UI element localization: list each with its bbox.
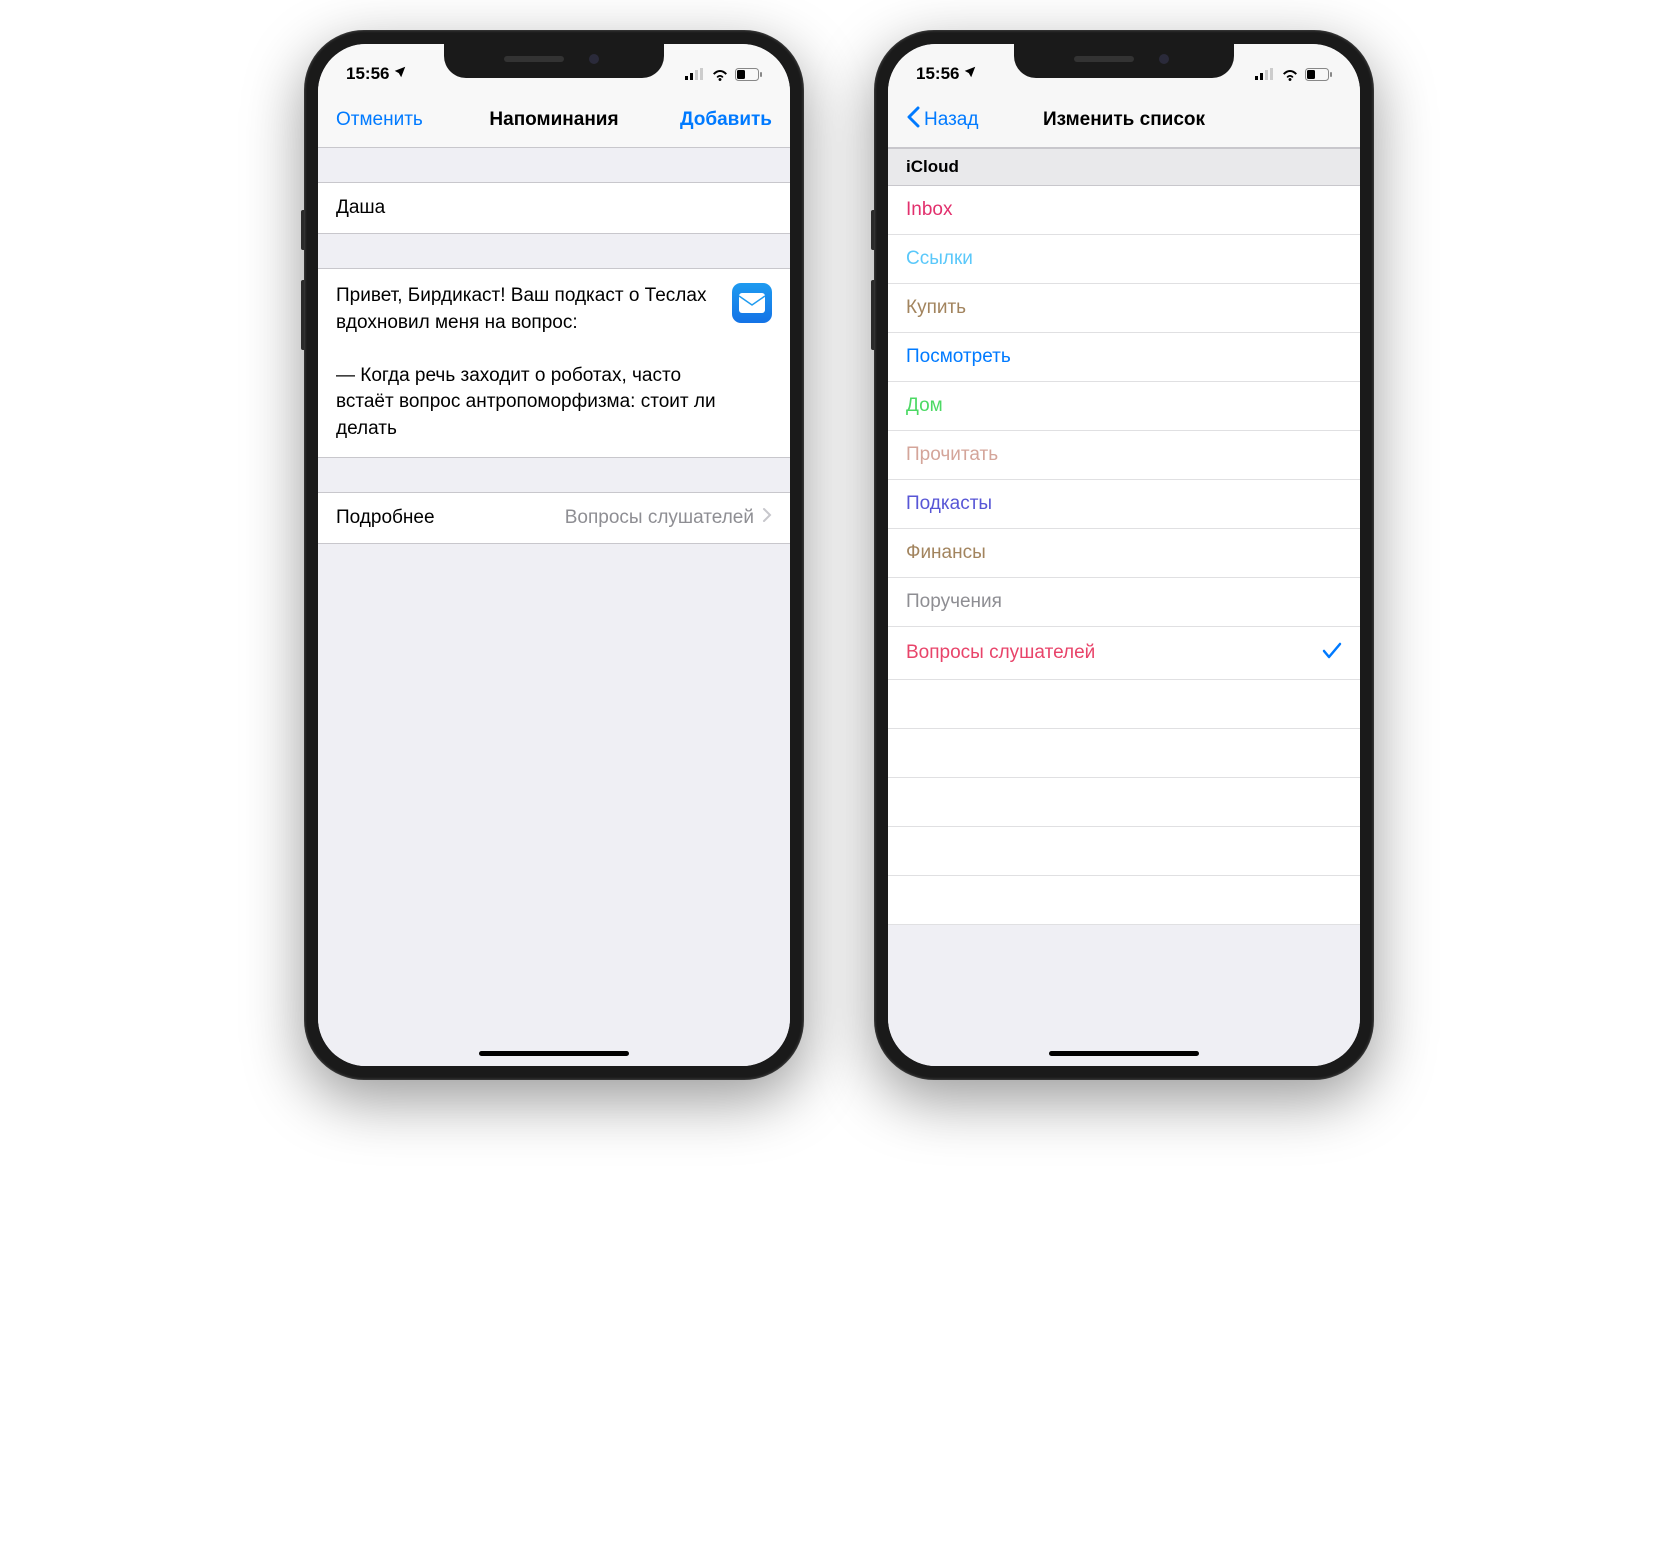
list-option-label: Ссылки [906,248,1342,270]
mail-app-icon[interactable] [732,283,772,323]
reminder-title-cell[interactable]: Даша [318,182,790,234]
list-option-row[interactable]: Inbox [888,186,1360,235]
mail-icon [739,293,765,313]
battery-icon [1305,68,1332,81]
list-empty-row [888,876,1360,925]
screen-reminders-edit: 15:56 Отменить Напоминания Добавит [318,44,790,1066]
details-value: Вопросы слушателей [565,507,754,529]
status-time: 15:56 [916,64,959,84]
list-option-row[interactable]: Подкасты [888,480,1360,529]
chevron-left-icon [906,106,920,134]
screen-change-list: 15:56 На [888,44,1360,1066]
reminder-note-text: Привет, Бирдикаст! Ваш подкаст о Теслах … [336,283,716,443]
nav-bar: Назад Изменить список [888,92,1360,148]
list-empty-row [888,729,1360,778]
back-label: Назад [924,109,978,131]
location-icon [963,64,977,84]
location-icon [393,64,407,84]
phone-left: 15:56 Отменить Напоминания Добавит [304,30,804,1080]
list-option-label: Поручения [906,591,1342,613]
wifi-icon [1281,68,1299,81]
chevron-right-icon [762,507,772,529]
reminder-title-text: Даша [336,197,772,219]
signal-icon [685,68,705,80]
list-option-row[interactable]: Ссылки [888,235,1360,284]
list-option-label: Посмотреть [906,346,1342,368]
signal-icon [1255,68,1275,80]
home-indicator[interactable] [1049,1051,1199,1056]
list-option-label: Вопросы слушателей [906,642,1322,664]
phone-right: 15:56 На [874,30,1374,1080]
list-option-label: Inbox [906,199,1342,221]
list-option-label: Подкасты [906,493,1342,515]
content-area: Даша Привет, Бирдикаст! Ваш подкаст о Те… [318,148,790,1066]
content-area: iCloud Inbox Ссылки Купить Посмотреть Дом Про… [888,148,1360,1066]
list-empty-row [888,778,1360,827]
list-option-label: Финансы [906,542,1342,564]
status-time: 15:56 [346,64,389,84]
add-button[interactable]: Добавить [672,109,772,131]
details-cell[interactable]: Подробнее Вопросы слушателей [318,492,790,544]
list-option-row[interactable]: Прочитать [888,431,1360,480]
status-time-group: 15:56 [346,64,407,84]
list-option-row[interactable]: Вопросы слушателей [888,627,1360,680]
back-button[interactable]: Назад [906,106,1006,134]
checkmark-icon [1322,640,1342,666]
section-header-icloud: iCloud [888,148,1360,186]
list-option-label: Прочитать [906,444,1342,466]
details-label: Подробнее [336,507,435,529]
list-option-label: Дом [906,395,1342,417]
notch [1014,44,1234,78]
status-icons [685,68,762,81]
list-option-row[interactable]: Посмотреть [888,333,1360,382]
notch [444,44,664,78]
reminder-note-cell[interactable]: Привет, Бирдикаст! Ваш подкаст о Теслах … [318,268,790,458]
list-option-row[interactable]: Финансы [888,529,1360,578]
status-icons [1255,68,1332,81]
home-indicator[interactable] [479,1051,629,1056]
cancel-button[interactable]: Отменить [336,109,436,131]
list-option-row[interactable]: Дом [888,382,1360,431]
nav-title: Изменить список [1006,109,1242,131]
status-time-group: 15:56 [916,64,977,84]
list-option-row[interactable]: Купить [888,284,1360,333]
battery-icon [735,68,762,81]
list-option-label: Купить [906,297,1342,319]
nav-bar: Отменить Напоминания Добавить [318,92,790,148]
wifi-icon [711,68,729,81]
list-empty-row [888,680,1360,729]
list-option-row[interactable]: Поручения [888,578,1360,627]
list-empty-row [888,827,1360,876]
nav-title: Напоминания [436,109,672,131]
list-options: Inbox Ссылки Купить Посмотреть Дом Прочитать П… [888,186,1360,925]
